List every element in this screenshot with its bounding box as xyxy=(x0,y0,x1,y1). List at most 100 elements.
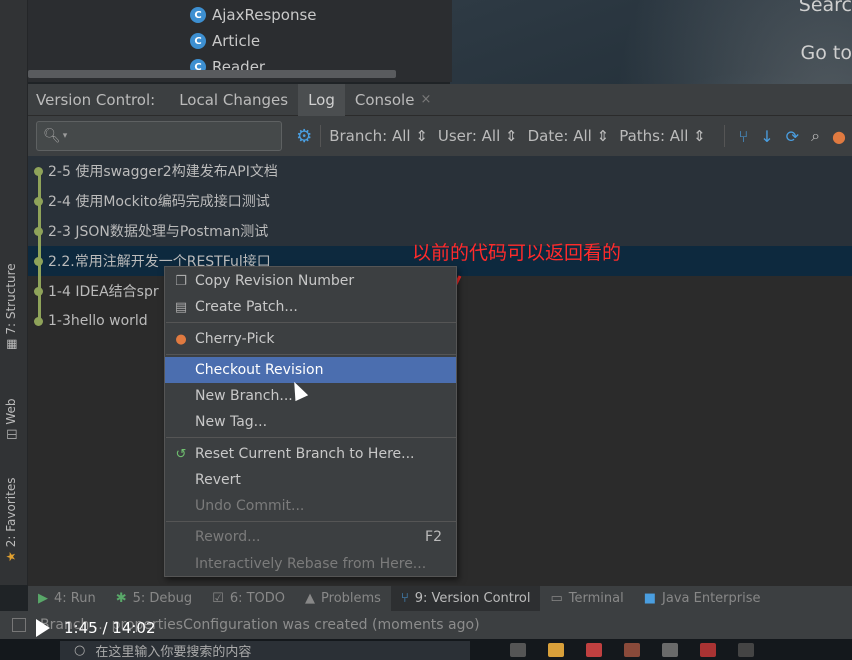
menu-item-new-tag[interactable]: New Tag... xyxy=(165,409,456,435)
gear-icon[interactable]: ⚙ xyxy=(296,126,312,147)
app-icon[interactable] xyxy=(548,643,564,657)
status-toggle[interactable] xyxy=(12,618,26,632)
javaee-icon: ■ xyxy=(643,591,657,606)
welcome-goto-hint: Go to xyxy=(800,42,852,64)
commit-message: 2-5 使用swagger2构建发布API文档 xyxy=(48,164,278,180)
toolbar-divider xyxy=(723,125,725,147)
tool-label: 5: Debug xyxy=(132,591,193,606)
menu-item-undo-commit[interactable]: Undo Commit... xyxy=(165,493,456,519)
play-icon[interactable] xyxy=(36,619,50,637)
tool-label: 9: Version Control xyxy=(414,591,531,606)
vc-title: Version Control: xyxy=(36,90,156,109)
chevron-down-icon: ▾ xyxy=(62,131,68,141)
app-icon[interactable] xyxy=(510,643,526,657)
commit-message: 2-4 使用Mockito编码完成接口测试 xyxy=(48,194,270,210)
run-icon: ▶ xyxy=(38,591,48,606)
menu-item-interactive-rebase[interactable]: Interactively Rebase from Here... xyxy=(165,551,456,577)
app-icon[interactable] xyxy=(738,643,754,657)
tool-java-enterprise[interactable]: ■ Java Enterprise xyxy=(634,586,771,612)
commit-row[interactable]: 2-4 使用Mockito编码完成接口测试 xyxy=(28,186,852,216)
horizontal-scrollbar[interactable] xyxy=(28,70,396,78)
context-menu: ❐ Copy Revision Number ▤ Create Patch...… xyxy=(164,266,457,577)
tool-label: 6: TODO xyxy=(229,591,286,606)
app-icon[interactable] xyxy=(586,643,602,657)
commit-message: 2-3 JSON数据处理与Postman测试 xyxy=(48,224,269,240)
tool-debug[interactable]: ✱ 5: Debug xyxy=(106,586,202,612)
video-time: 1:45 / 14:02 xyxy=(64,619,156,637)
tree-item-label: Article xyxy=(212,32,261,50)
tab-label: Local Changes xyxy=(179,90,289,109)
paths-filter[interactable]: Paths: All ⇕ xyxy=(619,127,706,145)
tab-label: Log xyxy=(308,90,335,109)
tree-item-label: AjaxResponse xyxy=(212,6,317,24)
tab-log[interactable]: Log xyxy=(298,83,345,116)
menu-item-copy-revision[interactable]: ❐ Copy Revision Number xyxy=(165,268,456,294)
menu-item-new-branch[interactable]: New Branch... xyxy=(165,383,456,409)
tool-version-control[interactable]: ⑂ 9: Version Control xyxy=(390,585,541,612)
tree-item[interactable]: C AjaxResponse xyxy=(190,2,317,28)
menu-item-checkout-revision[interactable]: Checkout Revision xyxy=(165,357,456,383)
user-filter[interactable]: User: All ⇕ xyxy=(438,127,518,145)
web-icon: ◫ xyxy=(4,428,18,440)
branch-filter[interactable]: Branch: All ⇕ xyxy=(329,127,428,145)
tool-terminal[interactable]: ▭ Terminal xyxy=(540,586,633,612)
tool-label: 4: Run xyxy=(54,591,96,606)
tab-console[interactable]: Console × xyxy=(345,84,441,116)
branch-graph-icon[interactable]: ⑂ xyxy=(739,127,749,146)
commit-row[interactable]: 2-5 使用swagger2构建发布API文档 xyxy=(28,156,852,186)
close-icon[interactable]: × xyxy=(420,92,431,107)
menu-item-label: Reset Current Branch to Here... xyxy=(195,446,415,462)
taskbar-search[interactable]: ○ 在这里输入你要搜索的内容 xyxy=(60,641,470,660)
search-icon: 🔍︎ xyxy=(43,128,61,144)
menu-item-reword[interactable]: Reword... F2 xyxy=(165,524,456,550)
project-tree: C AjaxResponse C Article C Reader xyxy=(28,0,452,82)
web-tab[interactable]: ◫ Web xyxy=(4,398,18,440)
menu-item-cherry-pick[interactable]: ● Cherry-Pick xyxy=(165,326,456,352)
tool-windows-bar: ▶ 4: Run ✱ 5: Debug ☑ 6: TODO ▲ Problems ⑂ 9:… xyxy=(28,585,852,612)
annotation-text: 以前的代码可以返回看的 xyxy=(412,242,622,264)
arrow-down-icon[interactable]: ↓ xyxy=(760,127,773,146)
refresh-icon[interactable]: ⟳ xyxy=(786,127,799,146)
find-icon[interactable]: ⌕ xyxy=(811,126,820,146)
reset-icon: ↺ xyxy=(175,446,187,462)
log-search-input[interactable]: 🔍︎ ▾ xyxy=(36,121,283,151)
menu-item-label: Checkout Revision xyxy=(195,362,324,378)
menu-item-label: Create Patch... xyxy=(195,299,298,315)
tool-label: Java Enterprise xyxy=(662,591,761,606)
menu-item-label: Interactively Rebase from Here... xyxy=(195,556,427,572)
menu-item-create-patch[interactable]: ▤ Create Patch... xyxy=(165,294,456,320)
filter-label: Date: All xyxy=(527,127,592,145)
structure-icon: ▦ xyxy=(4,338,18,350)
cherry-pick-icon[interactable]: ● xyxy=(832,127,846,146)
menu-item-reset-branch[interactable]: ↺ Reset Current Branch to Here... xyxy=(165,441,456,467)
favorites-label: 2: Favorites xyxy=(4,477,18,548)
tool-problems[interactable]: ▲ Problems xyxy=(295,586,391,612)
taskbar-search-placeholder: 在这里输入你要搜索的内容 xyxy=(95,645,252,660)
favorites-tab[interactable]: ★ 2: Favorites xyxy=(4,478,18,562)
menu-item-label: Copy Revision Number xyxy=(195,273,355,289)
taskbar: ○ 在这里输入你要搜索的内容 xyxy=(0,639,852,660)
menu-item-label: Reword... xyxy=(195,529,261,545)
app-icon[interactable] xyxy=(700,643,716,657)
todo-icon: ☑ xyxy=(212,591,224,606)
tab-local-changes[interactable]: Local Changes xyxy=(169,84,298,116)
patch-icon: ▤ xyxy=(174,299,188,315)
tree-item[interactable]: C Article xyxy=(190,28,260,54)
menu-separator xyxy=(166,521,456,522)
app-icon[interactable] xyxy=(624,643,640,657)
app-icon[interactable] xyxy=(662,643,678,657)
search-icon: ○ xyxy=(74,643,86,658)
tool-run[interactable]: ▶ 4: Run xyxy=(28,586,106,612)
filter-label: Paths: All xyxy=(619,127,689,145)
structure-tab[interactable]: ▦ 7: Structure xyxy=(4,263,18,350)
menu-item-revert[interactable]: Revert xyxy=(165,467,456,493)
date-filter[interactable]: Date: All ⇕ xyxy=(528,127,610,145)
star-icon: ★ xyxy=(4,551,18,562)
menu-item-label: New Tag... xyxy=(195,414,268,430)
taskbar-apps xyxy=(510,643,754,657)
menu-item-label: Revert xyxy=(195,472,241,488)
menu-item-label: New Branch... xyxy=(195,388,293,404)
commit-graph-line xyxy=(38,170,41,320)
toolbar-divider xyxy=(320,125,322,147)
tool-todo[interactable]: ☑ 6: TODO xyxy=(202,586,295,612)
